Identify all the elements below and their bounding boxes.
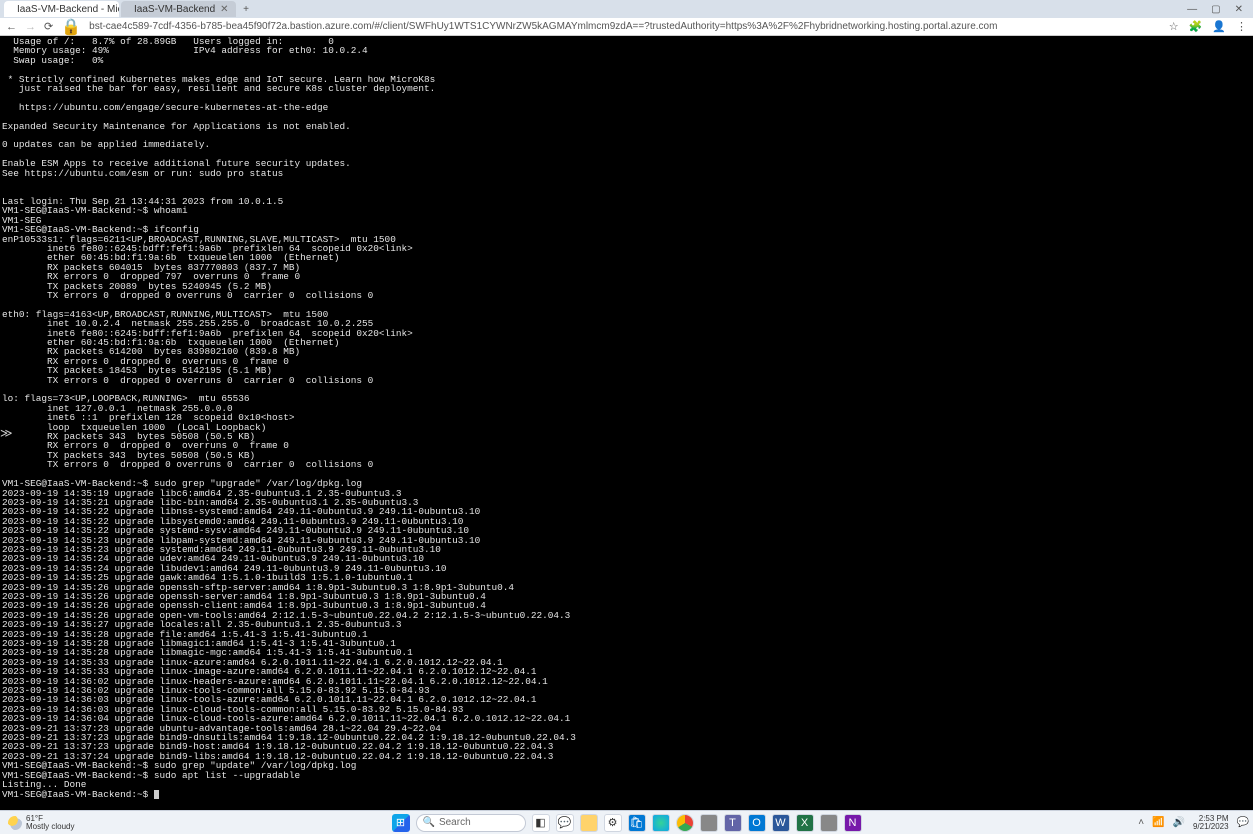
app-icon[interactable] xyxy=(700,814,718,832)
system-tray: ˄ 📶 🔊 2:53 PM 9/21/2023 💬 xyxy=(1138,815,1253,831)
extensions-icon[interactable]: 🧩 xyxy=(1189,20,1203,33)
bastion-terminal-viewport: ≫ Usage of /: 8.7% of 28.89GB Users logg… xyxy=(0,36,1253,810)
browser-tab-bar: IaaS-VM-Backend - Microsoft A ✕ IaaS-VM-… xyxy=(0,0,1253,18)
reload-icon[interactable]: ⟳ xyxy=(44,20,53,33)
teams-icon[interactable]: T xyxy=(724,814,742,832)
menu-icon[interactable]: ⋮ xyxy=(1236,20,1247,33)
excel-icon[interactable]: X xyxy=(796,814,814,832)
new-tab-button[interactable]: + xyxy=(238,4,254,15)
browser-address-bar: ← → ⟳ 🔒 bst-cae4c589-7cdf-4356-b785-bea4… xyxy=(0,18,1253,36)
ms-store-icon[interactable]: 🛍 xyxy=(628,814,646,832)
url-field[interactable]: bst-cae4c589-7cdf-4356-b785-bea45f90f72a… xyxy=(89,21,1161,32)
tray-date: 9/21/2023 xyxy=(1193,823,1229,831)
weather-desc: Mostly cloudy xyxy=(26,823,74,831)
search-icon: 🔍 xyxy=(423,817,435,828)
profile-icon[interactable]: 👤 xyxy=(1212,20,1226,33)
bookmark-icon[interactable]: ☆ xyxy=(1169,20,1179,33)
expand-handle-icon[interactable]: ≫ xyxy=(0,426,13,440)
onenote-icon[interactable]: N xyxy=(844,814,862,832)
taskbar-center: ⊞ 🔍 Search ◧ 💬 ⚙ 🛍 T O W X N xyxy=(392,814,862,832)
tab-title: IaaS-VM-Backend - Microsoft A xyxy=(17,4,119,15)
terminal-output[interactable]: Usage of /: 8.7% of 28.89GB Users logged… xyxy=(0,36,1253,810)
browser-tab-inactive[interactable]: IaaS-VM-Backend ✕ xyxy=(121,1,236,17)
edge-icon[interactable] xyxy=(652,814,670,832)
tab-title: IaaS-VM-Backend xyxy=(134,4,215,15)
word-icon[interactable]: W xyxy=(772,814,790,832)
clock[interactable]: 2:53 PM 9/21/2023 xyxy=(1193,815,1229,831)
weather-icon xyxy=(8,816,22,830)
start-button[interactable]: ⊞ xyxy=(392,814,410,832)
windows-taskbar: 61°F Mostly cloudy ⊞ 🔍 Search ◧ 💬 ⚙ 🛍 T … xyxy=(0,810,1253,834)
app-icon[interactable] xyxy=(820,814,838,832)
forward-icon[interactable]: → xyxy=(25,21,36,33)
taskbar-search[interactable]: 🔍 Search xyxy=(416,814,526,832)
notifications-icon[interactable]: 💬 xyxy=(1237,817,1249,828)
search-placeholder: Search xyxy=(439,817,471,828)
outlook-icon[interactable]: O xyxy=(748,814,766,832)
minimize-icon[interactable]: — xyxy=(1187,4,1197,15)
task-view-icon[interactable]: ◧ xyxy=(532,814,550,832)
terminal-cursor xyxy=(154,790,159,799)
settings-icon[interactable]: ⚙ xyxy=(604,814,622,832)
wifi-icon[interactable]: 📶 xyxy=(1152,817,1164,828)
browser-tab-active[interactable]: IaaS-VM-Backend - Microsoft A ✕ xyxy=(4,1,119,17)
maximize-icon[interactable]: ▢ xyxy=(1211,4,1220,15)
close-icon[interactable]: ✕ xyxy=(1235,4,1243,15)
tab-close-icon[interactable]: ✕ xyxy=(220,4,228,15)
back-icon[interactable]: ← xyxy=(6,21,17,33)
tray-chevron-icon[interactable]: ˄ xyxy=(1138,817,1144,828)
volume-icon[interactable]: 🔊 xyxy=(1173,817,1185,828)
file-explorer-icon[interactable] xyxy=(580,814,598,832)
weather-widget[interactable]: 61°F Mostly cloudy xyxy=(0,815,74,831)
chat-icon[interactable]: 💬 xyxy=(556,814,574,832)
lock-icon[interactable]: 🔒 xyxy=(61,17,81,37)
window-controls: — ▢ ✕ xyxy=(1187,4,1249,15)
chrome-icon[interactable] xyxy=(676,814,694,832)
